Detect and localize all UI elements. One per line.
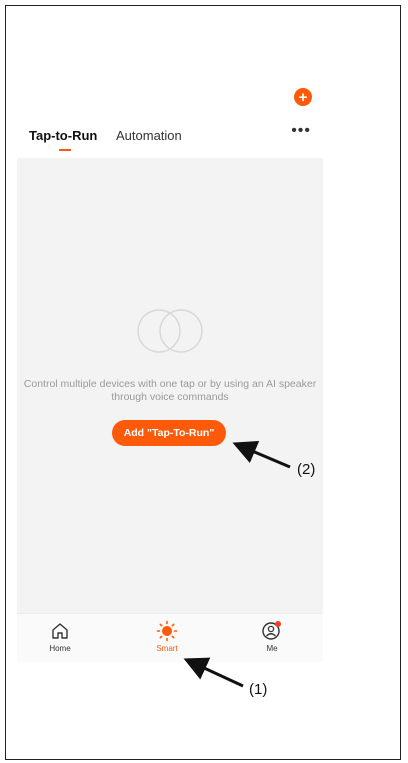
annotation-label-1: (1) <box>249 681 268 698</box>
annotation-arrow-2 <box>232 440 291 469</box>
screenshot-frame: + Tap-to-Run Automation ••• Control mult… <box>5 5 401 760</box>
annotation-arrows <box>183 440 291 688</box>
annotation-label-2: (2) <box>297 461 316 478</box>
annotation-arrow-1 <box>183 657 244 688</box>
